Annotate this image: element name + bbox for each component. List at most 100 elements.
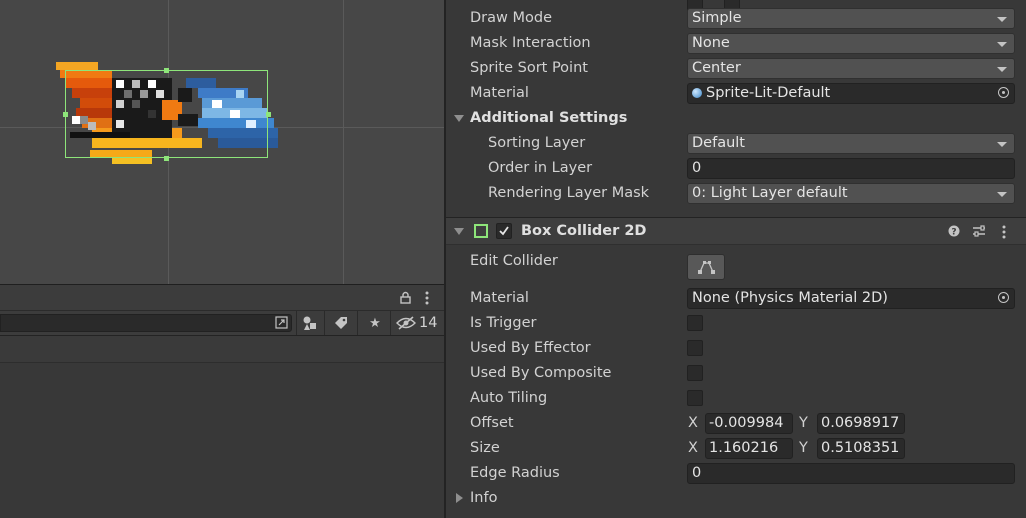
additional-settings-label: Additional Settings <box>470 110 628 126</box>
grid-line <box>343 0 344 284</box>
rendering-layer-mask-value: 0: Light Layer default <box>692 185 848 201</box>
is-trigger-checkbox[interactable] <box>687 315 703 331</box>
offset-y-axis-label[interactable]: Y <box>799 415 808 431</box>
size-row: Size X 1.160216 Y 0.5108351 <box>446 436 1026 461</box>
sprite-sort-point-value: Center <box>692 60 741 76</box>
size-y-field[interactable]: 0.5108351 <box>817 438 905 459</box>
sprite-sort-point-row: Sprite Sort Point Center <box>446 56 1026 81</box>
mask-interaction-label: Mask Interaction <box>470 35 591 51</box>
search-input[interactable] <box>0 314 292 332</box>
star-icon[interactable]: ★ <box>362 313 388 333</box>
auto-tiling-row: Auto Tiling <box>446 386 1026 411</box>
material-row: Material Sprite-Lit-Default <box>446 81 1026 106</box>
mask-interaction-row: Mask Interaction None <box>446 31 1026 56</box>
size-x-field[interactable]: 1.160216 <box>705 438 793 459</box>
rendering-layer-mask-row: Rendering Layer Mask 0: Light Layer defa… <box>446 181 1026 206</box>
box-collider-icon <box>474 224 488 238</box>
order-in-layer-field[interactable]: 0 <box>687 158 1015 179</box>
dropdown-arrow-icon <box>997 17 1007 22</box>
used-by-effector-checkbox[interactable] <box>687 340 703 356</box>
edge-radius-field[interactable]: 0 <box>687 463 1015 484</box>
mask-interaction-value: None <box>692 35 730 51</box>
auto-tiling-label: Auto Tiling <box>470 390 548 406</box>
scene-view[interactable] <box>0 0 444 284</box>
dropdown-arrow-icon <box>997 192 1007 197</box>
checkmark-icon <box>499 226 509 236</box>
search-filter-icon[interactable] <box>275 316 288 329</box>
dropdown-arrow-icon <box>997 42 1007 47</box>
additional-settings-row[interactable]: Additional Settings <box>446 106 1026 131</box>
material-label: Material <box>470 85 529 101</box>
draw-mode-label: Draw Mode <box>470 10 552 26</box>
size-label: Size <box>470 440 500 456</box>
material-field[interactable]: Sprite-Lit-Default <box>687 83 1015 104</box>
panel-header <box>0 284 444 311</box>
lock-icon[interactable] <box>400 291 411 304</box>
collider-handle[interactable] <box>266 112 271 117</box>
physics-material-row: Material None (Physics Material 2D) <box>446 286 1026 311</box>
separator <box>390 311 391 335</box>
sorting-layer-row: Sorting Layer Default <box>446 131 1026 156</box>
sprite-sort-point-label: Sprite Sort Point <box>470 60 588 76</box>
kebab-menu-icon[interactable] <box>425 291 429 305</box>
separator <box>324 311 325 335</box>
sprite-sort-point-dropdown[interactable]: Center <box>687 58 1015 79</box>
offset-label: Offset <box>470 415 514 431</box>
edit-collider-row: Edit Collider <box>446 249 1026 274</box>
draw-mode-dropdown[interactable]: Simple <box>687 8 1015 29</box>
dropdown-arrow-icon <box>997 67 1007 72</box>
used-by-effector-row: Used By Effector <box>446 336 1026 361</box>
edge-radius-label: Edge Radius <box>470 465 560 481</box>
used-by-composite-checkbox[interactable] <box>687 365 703 381</box>
draw-mode-row: Draw Mode Simple <box>446 6 1026 31</box>
offset-row: Offset X -0.009984 Y 0.0698917 <box>446 411 1026 436</box>
mask-interaction-dropdown[interactable]: None <box>687 33 1015 54</box>
hierarchy-row[interactable] <box>0 336 444 363</box>
size-y-axis-label[interactable]: Y <box>799 440 808 456</box>
used-by-effector-label: Used By Effector <box>470 340 591 356</box>
hidden-visibility-icon[interactable] <box>395 313 417 333</box>
rendering-layer-mask-dropdown[interactable]: 0: Light Layer default <box>687 183 1015 204</box>
collider-bounds[interactable] <box>65 70 268 158</box>
component-enabled-checkbox[interactable] <box>496 223 512 239</box>
foldout-arrow-icon[interactable] <box>456 493 463 503</box>
type-filter-icon[interactable] <box>297 313 323 333</box>
material-value: Sprite-Lit-Default <box>706 85 831 101</box>
hierarchy-panel: ★ 14 <box>0 284 444 518</box>
object-picker-icon[interactable] <box>998 87 1009 98</box>
hidden-count: 14 <box>419 315 438 331</box>
foldout-arrow-icon[interactable] <box>454 228 464 235</box>
inspector-panel: Draw Mode Simple Mask Interaction None S… <box>446 0 1026 518</box>
collider-handle[interactable] <box>164 68 169 73</box>
physics-material-value: None (Physics Material 2D) <box>692 290 888 306</box>
presets-icon[interactable] <box>972 224 986 238</box>
used-by-composite-row: Used By Composite <box>446 361 1026 386</box>
is-trigger-label: Is Trigger <box>470 315 537 331</box>
collider-handle[interactable] <box>63 112 68 117</box>
physics-material-field[interactable]: None (Physics Material 2D) <box>687 288 1015 309</box>
box-collider-title: Box Collider 2D <box>521 223 647 239</box>
auto-tiling-checkbox[interactable] <box>687 390 703 406</box>
edit-collider-label: Edit Collider <box>470 253 558 269</box>
collider-handle[interactable] <box>164 156 169 161</box>
order-in-layer-label: Order in Layer <box>488 160 593 176</box>
edit-collider-button[interactable] <box>687 254 725 280</box>
offset-y-field[interactable]: 0.0698917 <box>817 413 905 434</box>
rendering-layer-mask-label: Rendering Layer Mask <box>488 185 650 201</box>
info-row[interactable]: Info <box>446 486 1026 511</box>
foldout-arrow-icon[interactable] <box>454 115 464 122</box>
separator <box>357 311 358 335</box>
offset-x-field[interactable]: -0.009984 <box>705 413 793 434</box>
tag-icon[interactable] <box>328 313 354 333</box>
help-icon[interactable]: ? <box>948 225 960 237</box>
size-x-axis-label[interactable]: X <box>688 440 698 456</box>
offset-x-axis-label[interactable]: X <box>688 415 698 431</box>
edge-radius-row: Edge Radius 0 <box>446 461 1026 486</box>
object-picker-icon[interactable] <box>998 292 1009 303</box>
kebab-menu-icon[interactable] <box>1002 225 1006 239</box>
dropdown-arrow-icon <box>997 142 1007 147</box>
box-collider-header[interactable]: Box Collider 2D ? <box>446 217 1026 245</box>
sorting-layer-dropdown[interactable]: Default <box>687 133 1015 154</box>
physics-material-label: Material <box>470 290 529 306</box>
material-sphere-icon <box>692 88 702 98</box>
